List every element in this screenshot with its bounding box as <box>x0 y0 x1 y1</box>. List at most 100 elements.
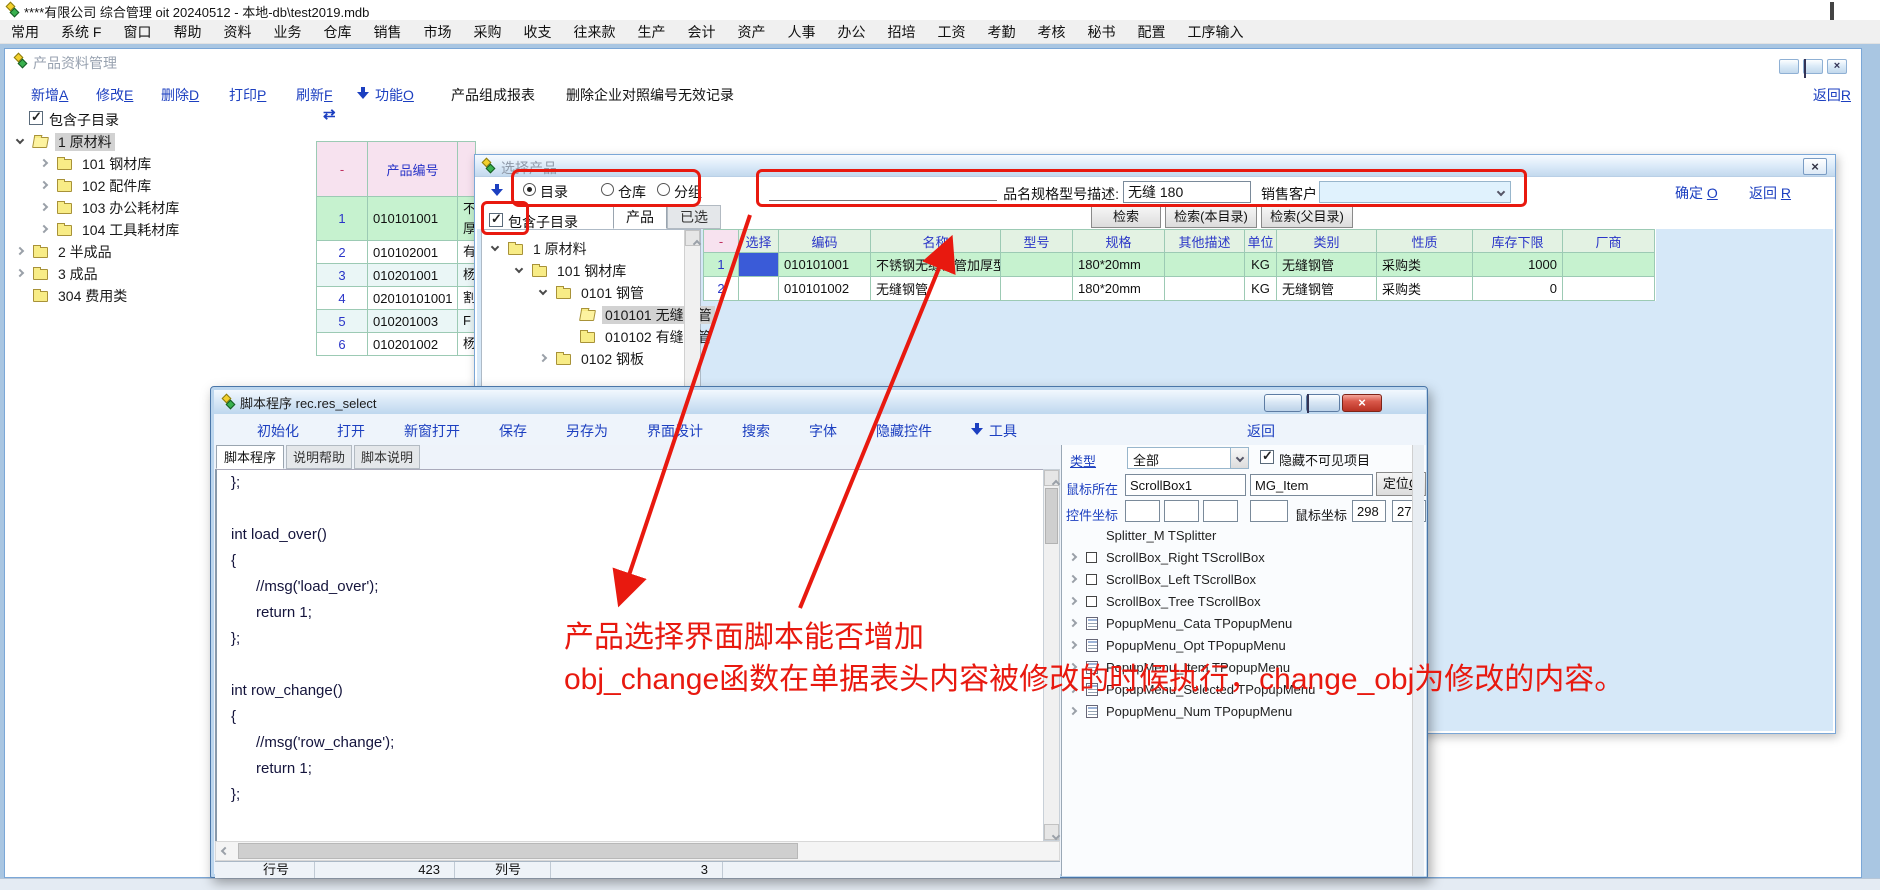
table-row[interactable]: 402010101001割 <box>316 287 478 310</box>
tree-item[interactable]: 101 钢材库 <box>482 260 700 282</box>
type-combobox[interactable]: 全部 <box>1127 447 1249 469</box>
mouse-over-control-input[interactable] <box>1125 474 1246 496</box>
script-maximize-button[interactable] <box>1306 394 1340 412</box>
script-toolbar-tools[interactable]: 工具 <box>989 421 1017 441</box>
mouse-x-input[interactable] <box>1352 500 1386 522</box>
tree-item[interactable]: 0101 钢管 <box>482 282 700 304</box>
ok-button[interactable]: 确定 O <box>1675 183 1718 203</box>
control-tree-item[interactable]: Splitter_M TSplitter <box>1062 525 1426 547</box>
control-h-input[interactable] <box>1250 500 1288 522</box>
chevron-collapsed-icon[interactable] <box>1069 619 1077 627</box>
chevron-collapsed-icon[interactable] <box>40 159 48 167</box>
menu-item-12[interactable]: 往来款 <box>562 22 626 42</box>
menu-item-6[interactable]: 业务 <box>262 22 312 42</box>
menu-item-7[interactable]: 仓库 <box>312 22 362 42</box>
control-tree-item[interactable]: PopupMenu_Cata TPopupMenu <box>1062 613 1426 635</box>
back-button[interactable]: 返回 R <box>1749 183 1791 203</box>
menu-item-10[interactable]: 采购 <box>462 22 512 42</box>
script-toolbar-打开[interactable]: 打开 <box>337 421 365 441</box>
table-row[interactable]: 1010101001不厚 <box>316 197 478 241</box>
tools-down-icon[interactable] <box>971 423 983 436</box>
menu-item-11[interactable]: 收支 <box>512 22 562 42</box>
table-row[interactable]: 3010201001杨 <box>316 264 478 287</box>
menu-item-18[interactable]: 招培 <box>876 22 926 42</box>
table-row[interactable]: 6010201002杨 <box>316 333 478 356</box>
tree-item[interactable]: 2 半成品 <box>5 241 305 263</box>
tree-item[interactable]: 1 原材料 <box>482 238 700 260</box>
maximize-button[interactable] <box>1830 4 1860 17</box>
menu-item-3[interactable]: 窗口 <box>112 22 162 42</box>
menu-item-20[interactable]: 考勤 <box>976 22 1026 42</box>
script-toolbar-界面设计[interactable]: 界面设计 <box>647 421 703 441</box>
menu-item-19[interactable]: 工资 <box>926 22 976 42</box>
table-row[interactable]: 5010201003F <box>316 310 478 333</box>
dialog-close-button[interactable]: × <box>1803 158 1827 175</box>
script-toolbar-back[interactable]: 返回 <box>1247 421 1275 441</box>
chevron-collapsed-icon[interactable] <box>1069 575 1077 583</box>
child-maximize-button[interactable] <box>1803 59 1823 74</box>
menu-item-4[interactable]: 帮助 <box>162 22 212 42</box>
return-button[interactable]: 返回R <box>1813 85 1851 105</box>
toolbar-删除企业对照编号无效记录[interactable]: 删除企业对照编号无效记录 <box>566 85 734 105</box>
script-toolbar-另存为[interactable]: 另存为 <box>566 421 608 441</box>
tree-item[interactable]: 1 原材料 <box>5 131 305 153</box>
tab-已选[interactable]: 已选 <box>667 205 721 229</box>
menu-item-8[interactable]: 销售 <box>362 22 412 42</box>
tree-item[interactable]: 101 钢材库 <box>5 153 305 175</box>
control-tree-item[interactable]: ScrollBox_Tree TScrollBox <box>1062 591 1426 613</box>
menu-item-17[interactable]: 办公 <box>826 22 876 42</box>
chevron-collapsed-icon[interactable] <box>1069 707 1077 715</box>
type-label[interactable]: 类型 <box>1070 451 1096 470</box>
mouse-over-item-input[interactable] <box>1250 474 1373 496</box>
swap-columns-icon[interactable]: ⇄ <box>323 105 336 123</box>
menu-item-24[interactable]: 工序输入 <box>1176 22 1254 42</box>
minimize-button[interactable] <box>1792 4 1822 17</box>
chevron-expanded-icon[interactable] <box>515 265 523 273</box>
menu-item-16[interactable]: 人事 <box>776 22 826 42</box>
chevron-collapsed-icon[interactable] <box>1069 641 1077 649</box>
script-toolbar-隐藏控件[interactable]: 隐藏控件 <box>876 421 932 441</box>
code-horizontal-scrollbar[interactable] <box>215 841 1060 861</box>
menu-item-5[interactable]: 资料 <box>212 22 262 42</box>
search-button-3[interactable]: 检索(父目录) <box>1261 206 1353 228</box>
script-toolbar-新窗打开[interactable]: 新窗打开 <box>404 421 460 441</box>
control-w-input[interactable] <box>1203 500 1238 522</box>
menu-item-23[interactable]: 配置 <box>1126 22 1176 42</box>
menu-item-15[interactable]: 资产 <box>726 22 776 42</box>
script-toolbar-搜索[interactable]: 搜索 <box>742 421 770 441</box>
menu-item-9[interactable]: 市场 <box>412 22 462 42</box>
script-toolbar-保存[interactable]: 保存 <box>499 421 527 441</box>
search-button-1[interactable]: 检索 <box>1091 206 1161 228</box>
table-row[interactable]: 1010101001不锈钢无缝钢管加厚型180*20mmKG无缝钢管采购类100… <box>703 253 1656 277</box>
func-down-icon[interactable] <box>357 87 369 100</box>
script-tab-脚本程序[interactable]: 脚本程序 <box>216 445 284 469</box>
menu-item-22[interactable]: 秘书 <box>1076 22 1126 42</box>
menu-item-13[interactable]: 生产 <box>626 22 676 42</box>
script-toolbar-字体[interactable]: 字体 <box>809 421 837 441</box>
control-y-input[interactable] <box>1164 500 1199 522</box>
chevron-collapsed-icon[interactable] <box>40 203 48 211</box>
tree-item[interactable]: 104 工具耗材库 <box>5 219 305 241</box>
toolbar-产品组成报表[interactable]: 产品组成报表 <box>451 85 535 105</box>
menu-item-21[interactable]: 考核 <box>1026 22 1076 42</box>
tree-item[interactable]: 304 费用类 <box>5 285 305 307</box>
script-toolbar-初始化[interactable]: 初始化 <box>257 421 299 441</box>
control-x-input[interactable] <box>1125 500 1160 522</box>
tree-item[interactable]: 010101 无缝钢管 <box>482 304 700 326</box>
control-tree-item[interactable]: ScrollBox_Left TScrollBox <box>1062 569 1426 591</box>
menu-item-2[interactable]: 系统 F <box>50 22 112 42</box>
chevron-expanded-icon[interactable] <box>16 136 24 144</box>
tab-产品[interactable]: 产品 <box>613 205 667 229</box>
chevron-collapsed-icon[interactable] <box>16 247 24 255</box>
chevron-collapsed-icon[interactable] <box>40 181 48 189</box>
menu-item-1[interactable]: 常用 <box>0 22 50 42</box>
control-tree-item[interactable]: ScrollBox_Right TScrollBox <box>1062 547 1426 569</box>
move-down-icon[interactable] <box>491 184 503 197</box>
search-button-2[interactable]: 检索(本目录) <box>1165 206 1257 228</box>
chevron-expanded-icon[interactable] <box>539 287 547 295</box>
script-minimize-button[interactable] <box>1264 394 1302 412</box>
tree-item[interactable]: 0102 钢板 <box>482 348 700 370</box>
table-row[interactable]: 2010102001有 <box>316 241 478 264</box>
tree-item[interactable]: 3 成品 <box>5 263 305 285</box>
script-tab-说明帮助[interactable]: 说明帮助 <box>286 445 352 469</box>
